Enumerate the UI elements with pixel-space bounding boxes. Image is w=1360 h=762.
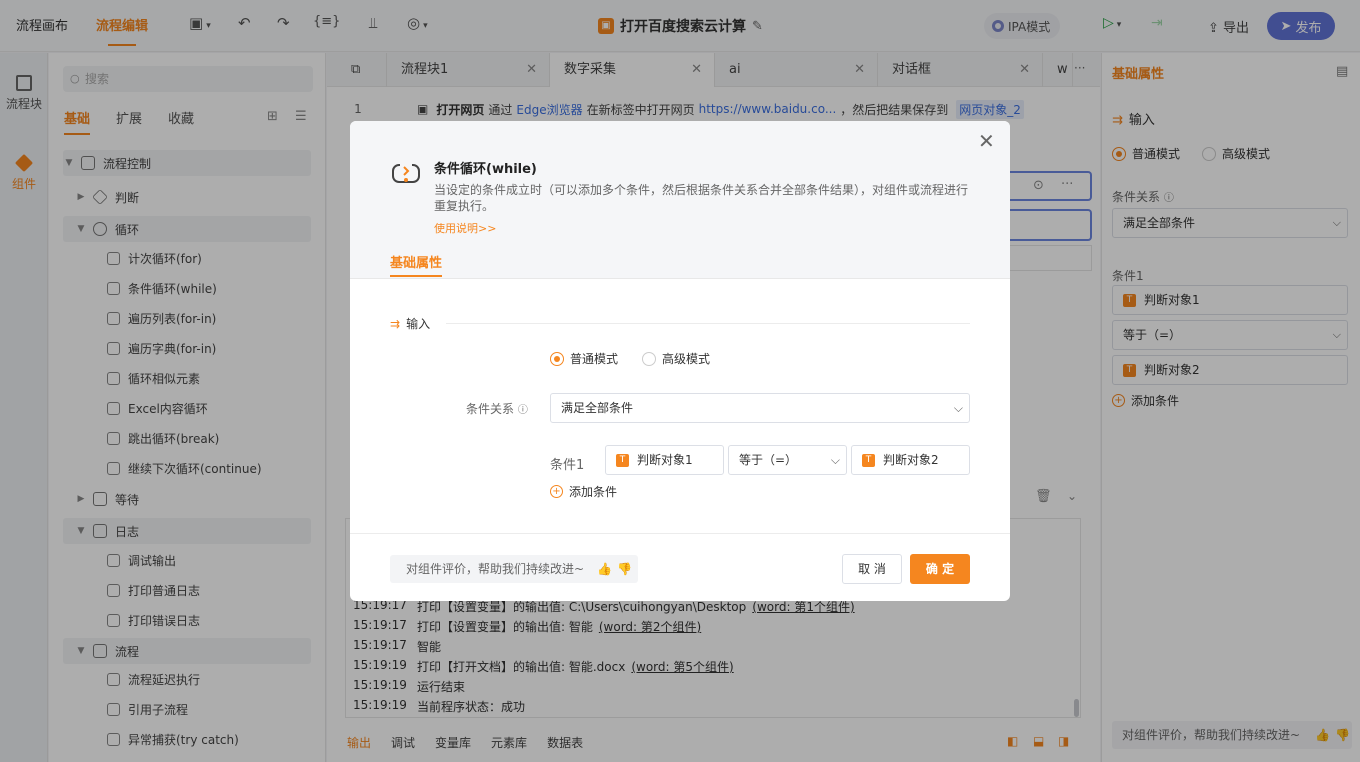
add-condition-button[interactable]: + 添加条件 bbox=[550, 483, 617, 500]
input-section-icon: ⇉ bbox=[390, 317, 401, 331]
relation-select[interactable]: 满足全部条件 ⌵ bbox=[550, 393, 970, 423]
object1-value: 判断对象1 bbox=[637, 453, 693, 467]
thumbs-down-icon[interactable]: 👎 bbox=[617, 555, 632, 583]
radio-checked-icon bbox=[550, 351, 564, 366]
text-type-icon: T bbox=[862, 454, 875, 467]
section-divider bbox=[446, 323, 970, 324]
operator-value: 等于（=） bbox=[739, 453, 798, 467]
add-condition-label: 添加条件 bbox=[569, 485, 618, 499]
section-input: ⇉ 输入 bbox=[390, 315, 430, 332]
mode-radio-group: 普通模式 高级模式 bbox=[550, 350, 710, 367]
radio-unchecked-icon bbox=[642, 351, 657, 366]
dialog-title: 条件循环(while) bbox=[434, 162, 537, 177]
thumbs-up-icon[interactable]: 👍 bbox=[597, 555, 612, 583]
feedback-text: 对组件评价，帮助我们持续改进~ bbox=[406, 562, 585, 576]
section-input-label: 输入 bbox=[406, 317, 431, 331]
while-loop-icon bbox=[392, 162, 420, 183]
relation-label: 条件关系 ⓘ bbox=[466, 400, 528, 417]
close-icon[interactable]: ✕ bbox=[978, 129, 995, 153]
info-icon: ⓘ bbox=[517, 405, 528, 416]
relation-label-text: 条件关系 bbox=[466, 402, 515, 416]
text-type-icon: T bbox=[616, 454, 629, 467]
confirm-button[interactable]: 确 定 bbox=[910, 554, 970, 584]
feedback-bar: 对组件评价，帮助我们持续改进~ 👍 👎 bbox=[390, 555, 638, 583]
radio-normal-mode[interactable]: 普通模式 bbox=[550, 350, 618, 367]
relation-value: 满足全部条件 bbox=[561, 401, 634, 415]
condition1-object1[interactable]: T 判断对象1 bbox=[605, 445, 724, 475]
chevron-down-icon: ⌵ bbox=[953, 401, 963, 415]
condition1-operator[interactable]: 等于（=） ⌵ bbox=[728, 445, 847, 475]
radio-advanced-mode[interactable]: 高级模式 bbox=[642, 350, 710, 367]
while-loop-dialog: ✕ 条件循环(while) 当设定的条件成立时（可以添加多个条件，然后根据条件关… bbox=[350, 121, 1010, 601]
cancel-button[interactable]: 取 消 bbox=[842, 554, 902, 584]
condition1-label: 条件1 bbox=[550, 458, 585, 473]
chevron-down-icon: ⌵ bbox=[830, 453, 840, 467]
radio-label: 普通模式 bbox=[570, 352, 619, 366]
plus-circle-icon: + bbox=[550, 485, 563, 498]
dialog-description: 当设定的条件成立时（可以添加多个条件，然后根据条件关系合并全部条件结果），对组件… bbox=[434, 183, 969, 213]
radio-label: 高级模式 bbox=[662, 352, 711, 366]
tab-basic-properties[interactable]: 基础属性 bbox=[390, 252, 443, 277]
condition1-object2[interactable]: T 判断对象2 bbox=[851, 445, 970, 475]
object2-value: 判断对象2 bbox=[883, 453, 939, 467]
help-link[interactable]: 使用说明>> bbox=[434, 220, 496, 236]
dialog-header: ✕ 条件循环(while) 当设定的条件成立时（可以添加多个条件，然后根据条件关… bbox=[350, 121, 1010, 279]
footer-divider bbox=[350, 533, 1010, 534]
